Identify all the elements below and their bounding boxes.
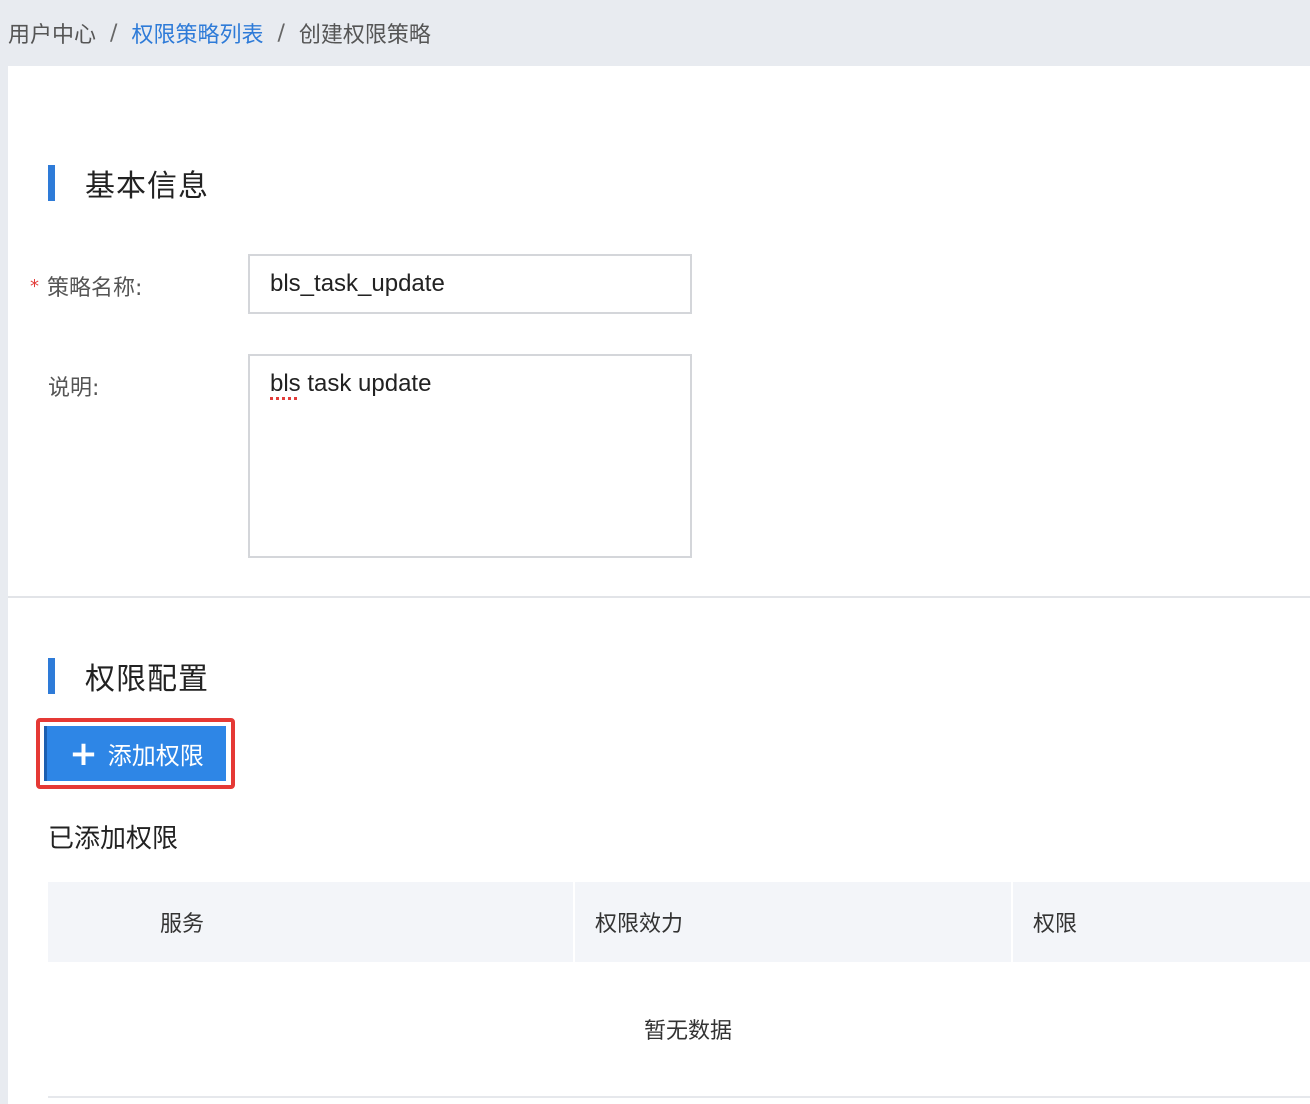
breadcrumb-separator: /: [110, 20, 118, 46]
plus-icon: +: [69, 733, 98, 774]
required-mark: *: [30, 276, 39, 297]
breadcrumb-separator: /: [277, 20, 285, 46]
main-card: 基本信息 * 策略名称: bls_task_update 说明: bls task…: [8, 66, 1310, 1104]
permissions-table: 服务 权限效力 权限 暂无数据: [48, 882, 1310, 1098]
policy-name-label: * 策略名称:: [30, 270, 142, 302]
breadcrumb-policy-list[interactable]: 权限策略列表: [131, 17, 263, 49]
description-value-word: bls: [270, 370, 301, 397]
basic-info-title: 基本信息: [85, 169, 209, 204]
description-value-rest: task update: [300, 370, 432, 397]
policy-name-label-text: 策略名称:: [47, 276, 143, 301]
add-permission-button[interactable]: + 添加权限: [44, 726, 226, 781]
description-label: 说明:: [48, 376, 100, 401]
basic-info-heading: 基本信息: [48, 161, 209, 205]
breadcrumb-current: 创建权限策略: [298, 23, 431, 48]
policy-name-input[interactable]: bls_task_update: [248, 254, 692, 314]
breadcrumb: 用户中心 / 权限策略列表 / 创建权限策略: [0, 0, 1310, 66]
table-header: 服务 权限效力 权限: [48, 882, 1310, 962]
policy-name-value: bls_task_update: [270, 270, 445, 297]
breadcrumb-user-center[interactable]: 用户中心: [8, 17, 96, 49]
permission-config-heading: 权限配置: [48, 654, 209, 698]
section-accent-bar: [48, 165, 55, 201]
section-accent-bar: [48, 658, 55, 694]
column-header-permission: 权限: [1033, 912, 1078, 937]
added-permissions-title: 已添加权限: [48, 824, 179, 854]
table-empty-state: 暂无数据: [48, 962, 1310, 1098]
permission-config-title: 权限配置: [85, 662, 209, 697]
add-permission-label: 添加权限: [107, 742, 204, 770]
description-textarea[interactable]: bls task update: [248, 354, 692, 558]
section-divider: [8, 596, 1310, 598]
column-header-effect: 权限效力: [575, 882, 1013, 962]
column-header-service: 服务: [48, 882, 575, 962]
